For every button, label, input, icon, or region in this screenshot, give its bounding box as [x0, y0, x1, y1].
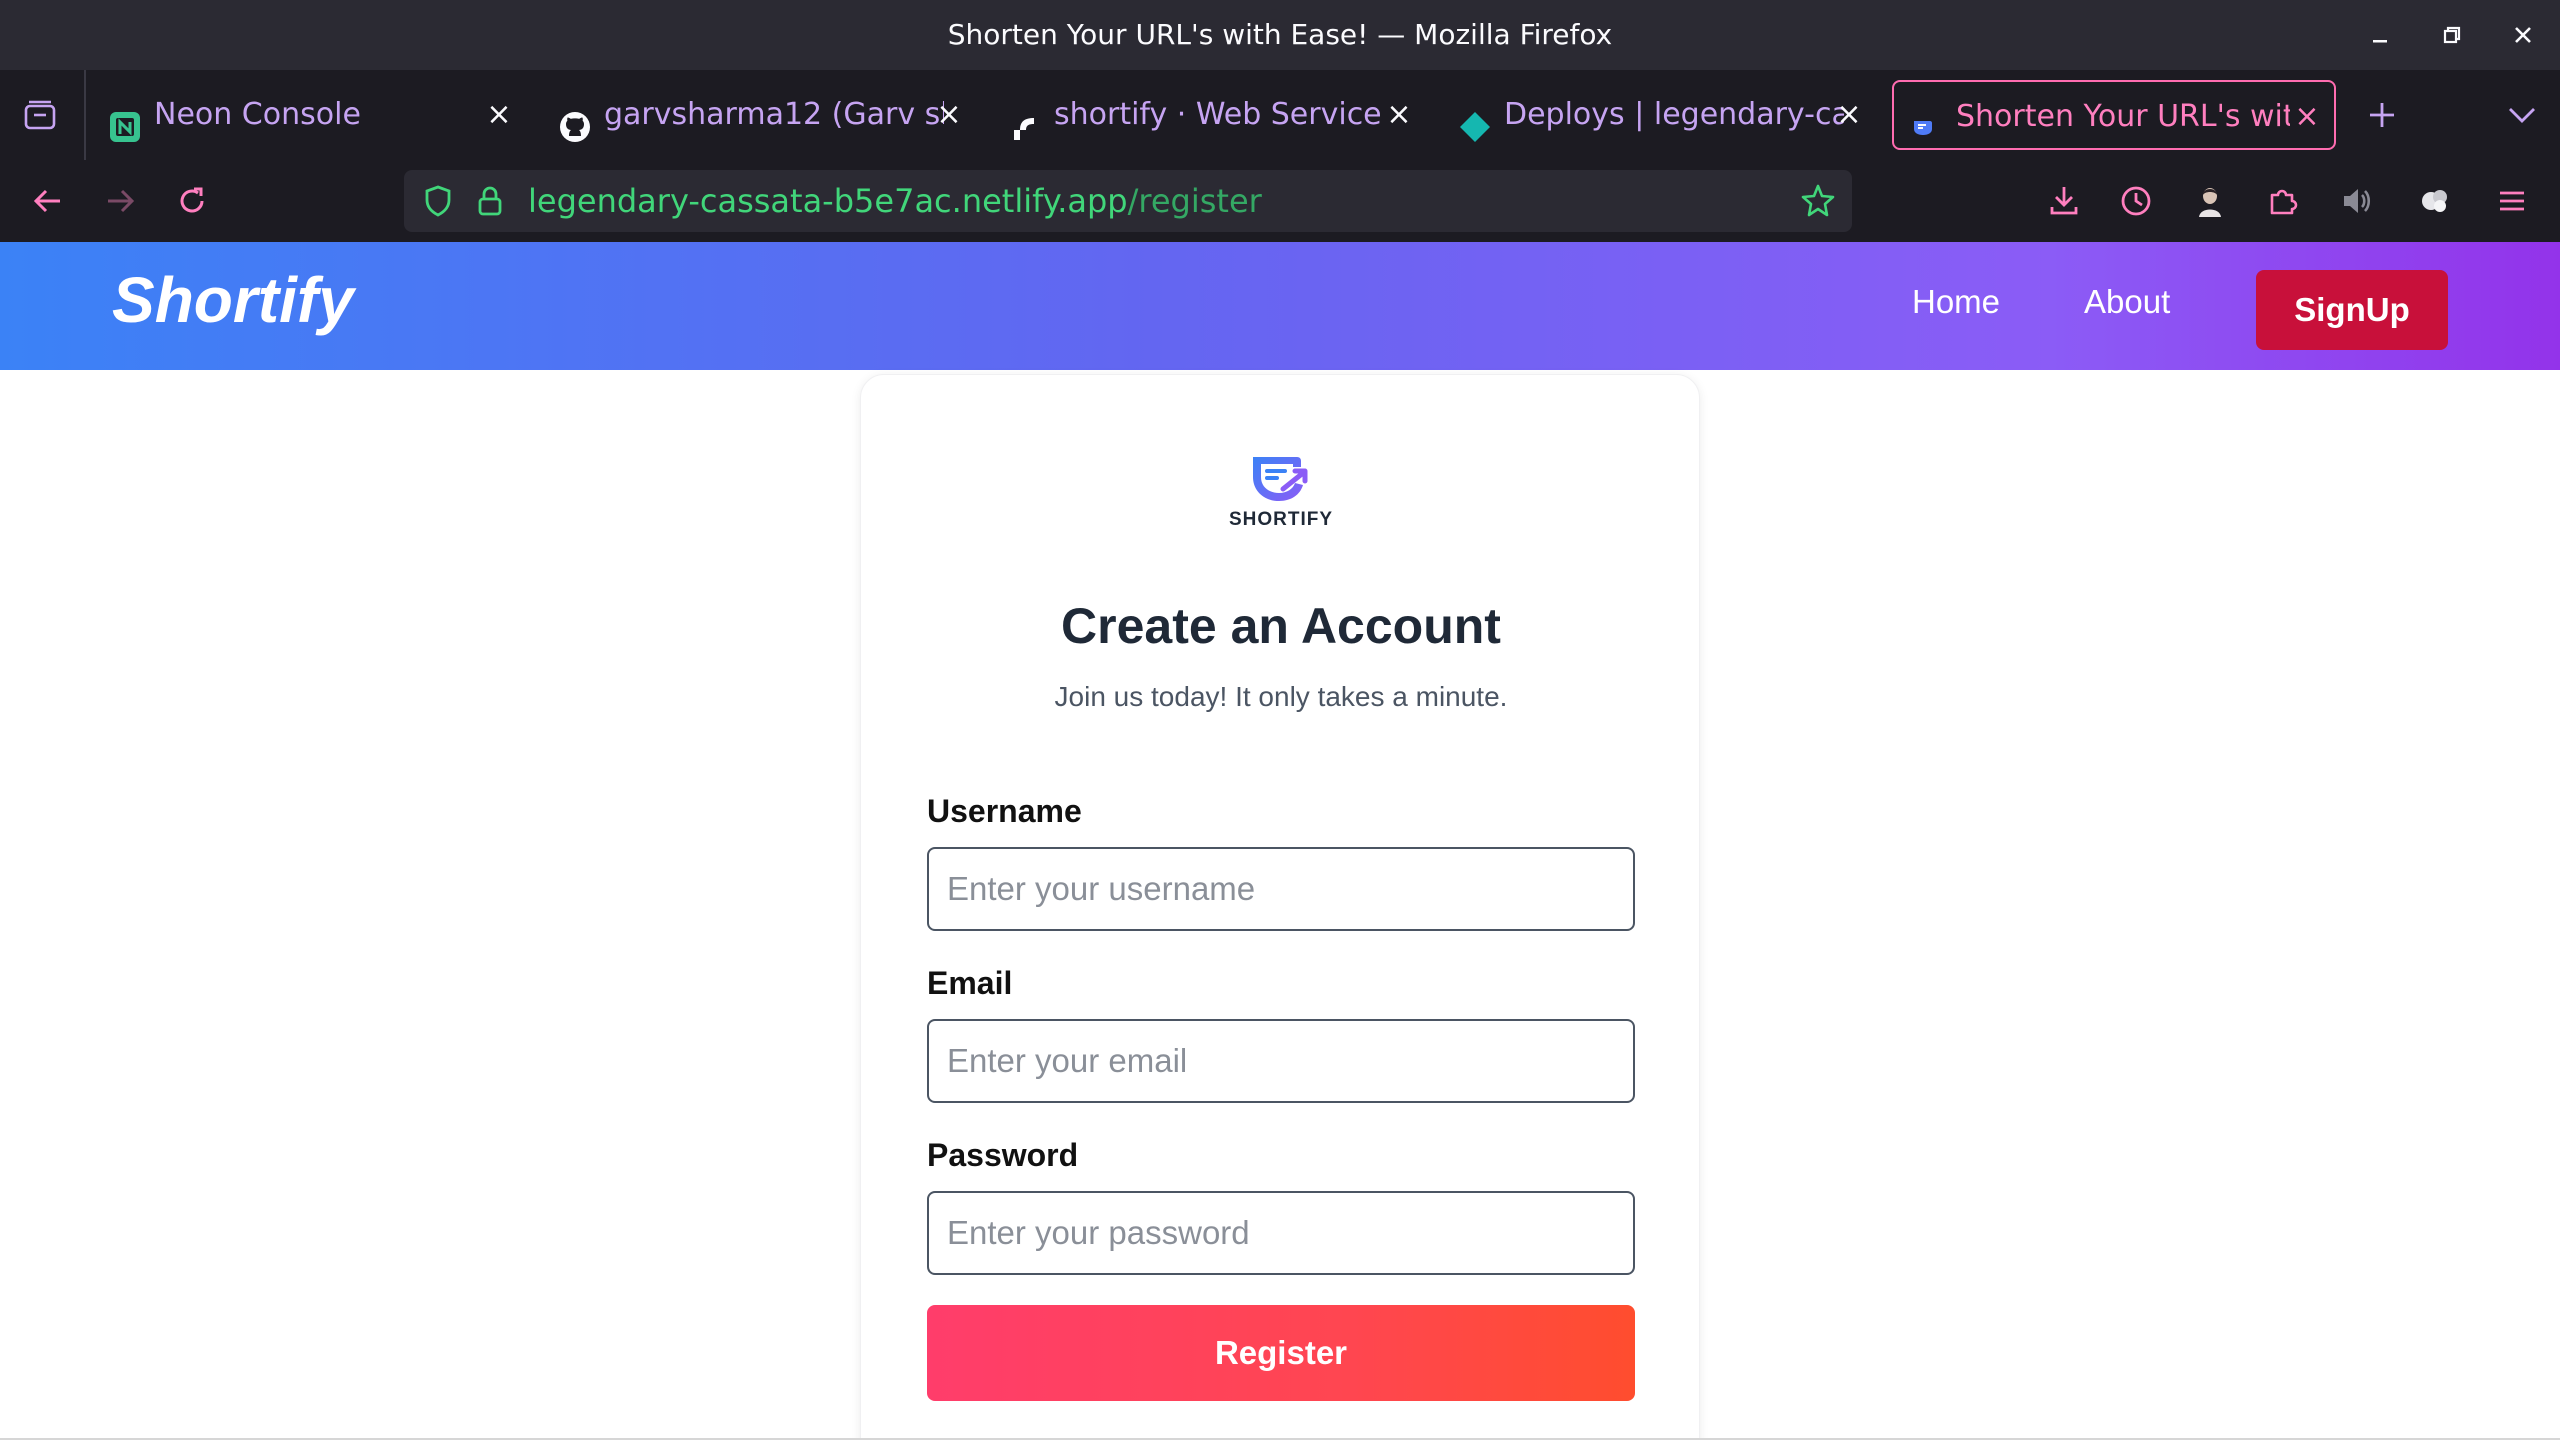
- close-tab-icon[interactable]: ×: [1384, 80, 1414, 150]
- tab-neon-console[interactable]: Neon Console ×: [92, 80, 532, 150]
- tab-label: Shorten Your URL's with Ease!: [1956, 99, 2290, 134]
- site-logo[interactable]: Shortify: [112, 260, 354, 340]
- close-tab-icon[interactable]: ×: [484, 80, 514, 150]
- window-title: Shorten Your URL's with Ease! — Mozilla …: [947, 18, 1613, 51]
- tab-github[interactable]: garvsharma12 (Garv sharma) ×: [542, 80, 982, 150]
- email-label: Email: [927, 965, 1013, 1001]
- nav-home-link[interactable]: Home: [1912, 272, 2000, 332]
- chevron-down-icon[interactable]: [2504, 100, 2540, 130]
- password-label: Password: [927, 1137, 1079, 1173]
- page-viewport: Shortify Home About SignUp SHORTIFY Crea…: [0, 242, 2560, 1440]
- shortify-logo-icon: [1249, 453, 1313, 505]
- page-subtitle: Join us today! It only takes a minute.: [1054, 681, 1508, 712]
- username-input[interactable]: [927, 847, 1635, 931]
- tab-label: Deploys | legendary-cassata: [1504, 97, 1844, 132]
- nav-about-link[interactable]: About: [2084, 272, 2170, 332]
- github-icon: [558, 100, 592, 142]
- tab-bar: Neon Console × garvsharma12 (Garv sharma…: [0, 70, 2560, 160]
- close-tab-icon[interactable]: ×: [934, 80, 964, 150]
- tab-netlify-deploys[interactable]: Deploys | legendary-cassata ×: [1442, 80, 1882, 150]
- restore-icon[interactable]: [2436, 20, 2466, 50]
- close-window-icon[interactable]: [2508, 20, 2538, 50]
- register-card: SHORTIFY Create an Account Join us today…: [860, 374, 1700, 1440]
- history-icon[interactable]: [2116, 181, 2156, 221]
- tab-shortify-web-service[interactable]: shortify · Web Service ×: [992, 80, 1432, 150]
- netlify-icon: [1458, 100, 1492, 142]
- extension-blob-icon[interactable]: [2416, 181, 2456, 221]
- site-header: Shortify Home About SignUp: [0, 242, 2560, 370]
- navigation-toolbar: legendary-cassata-b5e7ac.netlify.app/reg…: [0, 160, 2560, 242]
- address-bar[interactable]: legendary-cassata-b5e7ac.netlify.app/reg…: [404, 170, 1852, 232]
- download-icon[interactable]: [2044, 181, 2084, 221]
- render-icon: [1008, 100, 1042, 140]
- extensions-icon[interactable]: [2262, 181, 2302, 221]
- new-tab-icon[interactable]: [2362, 95, 2402, 135]
- forward-icon[interactable]: [100, 181, 140, 221]
- back-icon[interactable]: [28, 181, 68, 221]
- bookmark-star-icon[interactable]: [1798, 181, 1838, 221]
- reload-icon[interactable]: [172, 181, 212, 221]
- brand-wordmark: SHORTIFY: [1228, 509, 1334, 530]
- username-label: Username: [927, 793, 1082, 829]
- tab-label: garvsharma12 (Garv sharma): [604, 97, 944, 132]
- url-path: /register: [1127, 182, 1262, 220]
- tab-label: shortify · Web Service: [1054, 97, 1382, 132]
- shield-icon[interactable]: [418, 181, 458, 221]
- register-button[interactable]: Register: [927, 1305, 1635, 1401]
- tab-shortify-active[interactable]: Shorten Your URL's with Ease! ×: [1892, 80, 2336, 150]
- shortify-favicon: [1908, 100, 1942, 135]
- tab-divider: [84, 70, 86, 160]
- signup-button[interactable]: SignUp: [2256, 270, 2448, 350]
- menu-icon[interactable]: [2492, 181, 2532, 221]
- close-tab-icon[interactable]: ×: [2292, 82, 2322, 148]
- speaker-icon[interactable]: [2336, 181, 2376, 221]
- tab-label: Neon Console: [154, 97, 361, 132]
- url-host: legendary-cassata-b5e7ac.netlify.app: [528, 182, 1128, 220]
- lock-icon[interactable]: [470, 181, 510, 221]
- tab-list-icon[interactable]: [20, 96, 60, 136]
- avatar[interactable]: [2190, 181, 2230, 221]
- password-input[interactable]: [927, 1191, 1635, 1275]
- email-input[interactable]: [927, 1019, 1635, 1103]
- url-text[interactable]: legendary-cassata-b5e7ac.netlify.app/reg…: [528, 170, 1262, 232]
- window-titlebar: Shorten Your URL's with Ease! — Mozilla …: [0, 0, 2560, 70]
- page-title: Create an Account: [1061, 598, 1501, 654]
- minimize-icon[interactable]: [2366, 20, 2396, 50]
- close-tab-icon[interactable]: ×: [1834, 80, 1864, 150]
- neon-icon: [108, 100, 142, 142]
